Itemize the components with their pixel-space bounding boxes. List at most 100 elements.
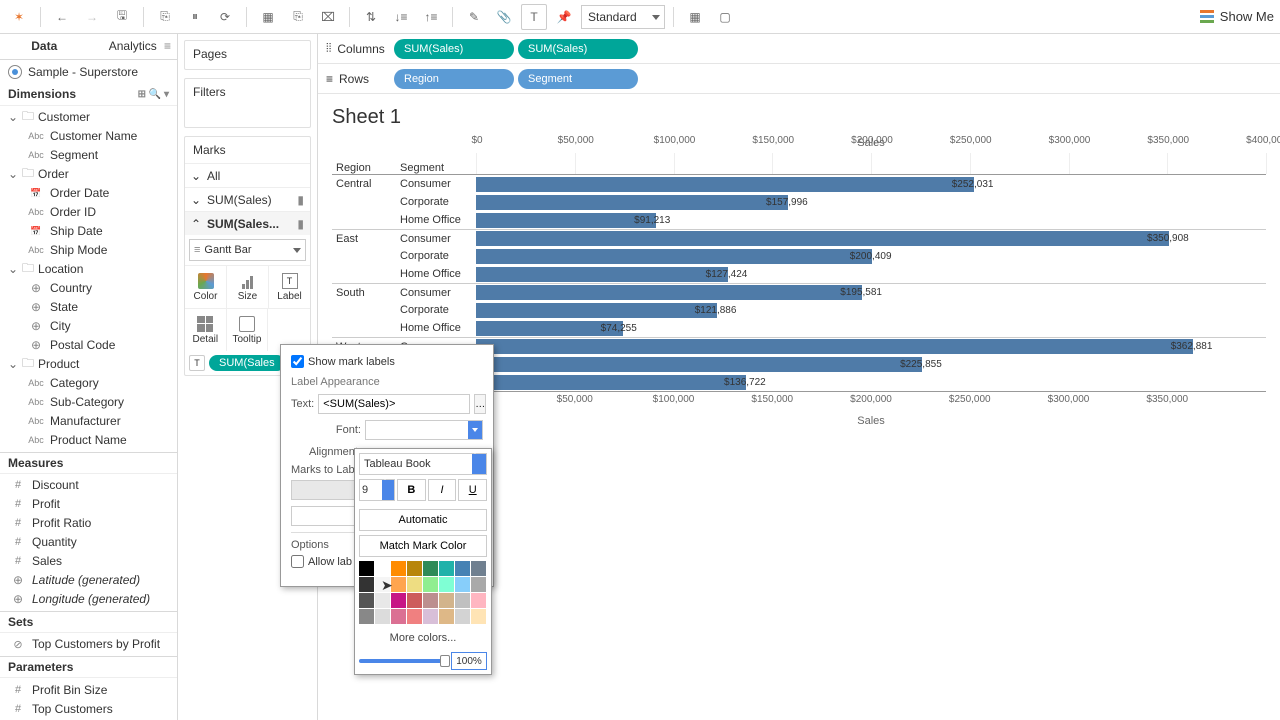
field-postal-code[interactable]: Postal Code <box>0 336 177 355</box>
color-swatch[interactable] <box>471 609 486 624</box>
field-ship-mode[interactable]: AbcShip Mode <box>0 241 177 260</box>
color-swatch[interactable] <box>375 609 390 624</box>
color-swatch[interactable] <box>359 593 374 608</box>
opacity-slider[interactable] <box>359 659 447 663</box>
color-swatch[interactable] <box>455 609 470 624</box>
sheet-title[interactable]: Sheet 1 <box>318 94 1280 137</box>
color-swatch[interactable] <box>407 593 422 608</box>
folder-customer[interactable]: ⌄🗀 Customer <box>0 108 177 127</box>
marks-all[interactable]: ⌄All <box>185 163 310 187</box>
more-colors-button[interactable]: More colors... <box>359 628 487 648</box>
columns-shelf[interactable]: ⦙⦙Columns SUM(Sales)SUM(Sales) <box>318 34 1280 64</box>
group-icon[interactable]: 📎 <box>491 4 517 30</box>
label-text-input[interactable] <box>318 394 470 414</box>
color-swatch[interactable] <box>407 561 422 576</box>
field-manufacturer[interactable]: AbcManufacturer <box>0 412 177 431</box>
clear-icon[interactable]: ⌧ <box>315 4 341 30</box>
color-swatch[interactable] <box>471 577 486 592</box>
pin-icon[interactable]: 📌 <box>551 4 577 30</box>
marks-sum1[interactable]: ⌄SUM(Sales)▮ <box>185 187 310 211</box>
field-order-id[interactable]: AbcOrder ID <box>0 203 177 222</box>
show-me-button[interactable]: Show Me <box>1200 9 1274 24</box>
bar[interactable] <box>476 195 788 210</box>
marks-sum2[interactable]: ⌃SUM(Sales...▮ <box>185 211 310 235</box>
bar[interactable] <box>476 285 862 300</box>
set-item[interactable]: Top Customers by Profit <box>0 635 177 654</box>
pages-card[interactable]: Pages <box>184 40 311 70</box>
row-pill[interactable]: Segment <box>518 69 638 89</box>
color-swatch[interactable] <box>375 593 390 608</box>
allow-labels-checkbox[interactable] <box>291 555 304 568</box>
bar[interactable] <box>476 249 872 264</box>
bar[interactable] <box>476 267 728 282</box>
color-swatch[interactable] <box>375 561 390 576</box>
color-swatch[interactable] <box>471 561 486 576</box>
color-swatch[interactable] <box>359 609 374 624</box>
folder-order[interactable]: ⌄🗀 Order <box>0 165 177 184</box>
field-segment[interactable]: AbcSegment <box>0 146 177 165</box>
param-item[interactable]: Top Customers <box>0 699 177 718</box>
highlight-icon[interactable]: ✎ <box>461 4 487 30</box>
sort-desc-icon[interactable]: ↑≡ <box>418 4 444 30</box>
field-customer-name[interactable]: AbcCustomer Name <box>0 127 177 146</box>
label-font-dropdown[interactable] <box>365 420 483 440</box>
cards-icon[interactable]: ▦ <box>682 4 708 30</box>
field-country[interactable]: Country <box>0 279 177 298</box>
back-icon[interactable]: ← <box>49 4 75 30</box>
folder-product[interactable]: ⌄🗀 Product <box>0 355 177 374</box>
bar[interactable] <box>476 357 922 372</box>
bar[interactable] <box>476 375 746 390</box>
color-swatch[interactable] <box>439 561 454 576</box>
color-swatch[interactable] <box>439 609 454 624</box>
measure-discount[interactable]: Discount <box>0 476 177 495</box>
bar[interactable] <box>476 231 1169 246</box>
color-swatch[interactable] <box>423 593 438 608</box>
color-swatch[interactable] <box>407 577 422 592</box>
opacity-value[interactable]: 100% <box>451 652 487 670</box>
measure-quantity[interactable]: Quantity <box>0 533 177 552</box>
pause-icon[interactable]: ⏸ <box>182 4 208 30</box>
color-swatch[interactable] <box>391 609 406 624</box>
color-swatch[interactable] <box>439 577 454 592</box>
label-pill[interactable]: SUM(Sales <box>209 355 285 371</box>
duplicate-icon[interactable]: ⎘ <box>285 4 311 30</box>
row-pill[interactable]: Region <box>394 69 514 89</box>
bold-button[interactable]: B <box>397 479 426 501</box>
color-swatch[interactable] <box>471 593 486 608</box>
sort-asc-icon[interactable]: ↓≡ <box>388 4 414 30</box>
label-icon[interactable]: T <box>521 4 547 30</box>
color-swatch[interactable] <box>423 561 438 576</box>
field-ship-date[interactable]: 📅Ship Date <box>0 222 177 241</box>
forward-icon[interactable]: → <box>79 4 105 30</box>
color-swatch[interactable] <box>359 561 374 576</box>
rows-shelf[interactable]: ≡Rows RegionSegment <box>318 64 1280 94</box>
param-item[interactable]: Profit Bin Size <box>0 680 177 699</box>
bar[interactable] <box>476 213 656 228</box>
color-swatch[interactable] <box>455 577 470 592</box>
measure-longitude-generated-[interactable]: Longitude (generated) <box>0 590 177 609</box>
tableau-logo-icon[interactable]: ✶ <box>6 4 32 30</box>
measure-sales[interactable]: Sales <box>0 552 177 571</box>
measure-latitude-generated-[interactable]: Latitude (generated) <box>0 571 177 590</box>
color-swatch[interactable] <box>423 577 438 592</box>
font-size-dropdown[interactable]: 9 <box>359 479 395 501</box>
color-swatch[interactable] <box>359 577 374 592</box>
color-swatch[interactable] <box>391 577 406 592</box>
measure-profit-ratio[interactable]: Profit Ratio <box>0 514 177 533</box>
color-swatch[interactable] <box>375 577 390 592</box>
presentation-icon[interactable]: ▢ <box>712 4 738 30</box>
refresh-icon[interactable]: ⟳ <box>212 4 238 30</box>
mark-size-button[interactable]: Size <box>227 266 269 308</box>
new-datasource-icon[interactable]: ⎘ <box>152 4 178 30</box>
mark-detail-button[interactable]: Detail <box>185 309 227 351</box>
italic-button[interactable]: I <box>428 479 457 501</box>
fit-dropdown[interactable]: Standard <box>581 5 665 29</box>
label-text-edit-button[interactable]: … <box>474 394 486 414</box>
filters-card[interactable]: Filters <box>184 78 311 128</box>
font-family-dropdown[interactable]: Tableau Book <box>359 453 487 475</box>
save-icon[interactable]: 🖫 <box>109 4 135 30</box>
field-city[interactable]: City <box>0 317 177 336</box>
column-pill[interactable]: SUM(Sales) <box>394 39 514 59</box>
measure-profit[interactable]: Profit <box>0 495 177 514</box>
mark-tooltip-button[interactable]: Tooltip <box>227 309 269 351</box>
